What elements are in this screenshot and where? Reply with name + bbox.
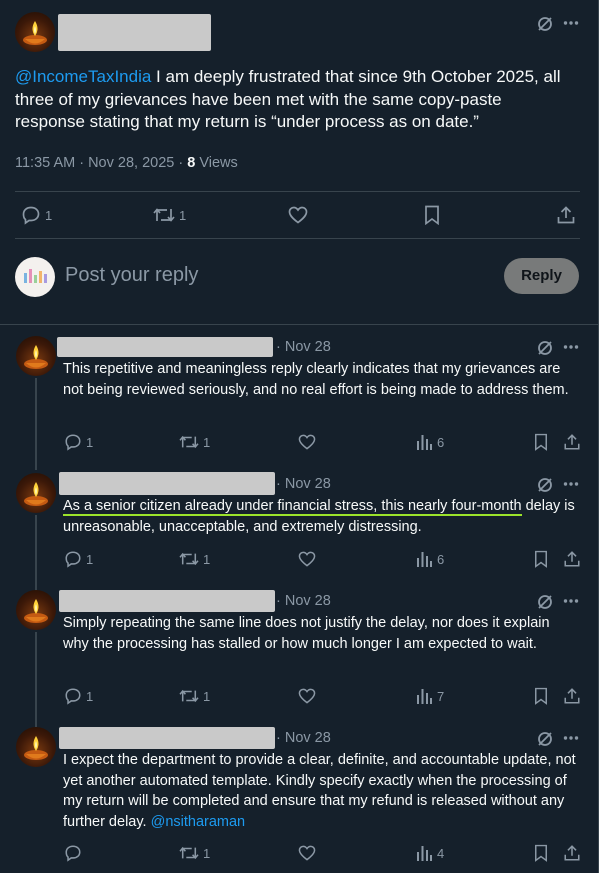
- divider: [0, 324, 599, 325]
- reply-icon[interactable]: [64, 844, 82, 862]
- views-icon[interactable]: [415, 433, 433, 451]
- composer-avatar: [15, 257, 55, 297]
- repost-icon[interactable]: [152, 205, 176, 225]
- author-name-redacted: [59, 472, 275, 495]
- thread-line: [35, 378, 37, 470]
- views-count: 7: [437, 689, 445, 704]
- mention-link[interactable]: @IncomeTaxIndia: [15, 67, 151, 86]
- reply-date[interactable]: · Nov 28: [276, 730, 331, 746]
- views-icon[interactable]: [415, 844, 433, 862]
- reply-text: As a senior citizen already under financ…: [63, 496, 578, 537]
- more-options-icon[interactable]: [563, 344, 579, 350]
- like-icon[interactable]: [298, 551, 316, 567]
- reply-text: I expect the department to provide a cle…: [63, 750, 578, 832]
- divider: [15, 191, 580, 192]
- views-icon[interactable]: [415, 687, 433, 705]
- views-count: 6: [437, 552, 445, 567]
- reply-button[interactable]: Reply: [504, 258, 579, 294]
- views-label: Views: [195, 155, 238, 171]
- reply-body: I expect the department to provide a cle…: [63, 752, 576, 830]
- more-options-icon[interactable]: [563, 20, 579, 26]
- author-avatar[interactable]: [16, 590, 56, 630]
- thread-line: [35, 515, 37, 591]
- mention-link[interactable]: @nsitharaman: [151, 814, 246, 830]
- repost-count: 1: [179, 208, 187, 223]
- grok-icon[interactable]: [536, 15, 554, 33]
- reply-date[interactable]: · Nov 28: [276, 593, 331, 609]
- grok-icon[interactable]: [536, 339, 554, 357]
- repost-icon[interactable]: [178, 687, 200, 705]
- author-avatar[interactable]: [16, 336, 56, 376]
- author-avatar[interactable]: [16, 473, 56, 513]
- reply-count: 1: [86, 552, 94, 567]
- views-count: 4: [437, 846, 445, 861]
- repost-count: 1: [203, 552, 211, 567]
- post-detail-page: @IncomeTaxIndia I am deeply frustrated t…: [0, 0, 599, 873]
- post-timestamp: 11:35 AM · Nov 28, 2025 · 8 Views: [15, 155, 238, 171]
- author-avatar[interactable]: [16, 727, 56, 767]
- repost-icon[interactable]: [178, 550, 200, 568]
- like-icon[interactable]: [298, 845, 316, 861]
- share-icon[interactable]: [563, 844, 581, 862]
- reply-text: This repetitive and meaningless reply cl…: [63, 361, 569, 398]
- reply-date[interactable]: · Nov 28: [276, 476, 331, 492]
- share-icon[interactable]: [556, 205, 576, 225]
- author-name-redacted: [58, 14, 211, 51]
- author-avatar[interactable]: [15, 12, 55, 52]
- bookmark-icon[interactable]: [534, 550, 548, 568]
- author-name-redacted: [59, 727, 275, 749]
- reply-count: 1: [86, 435, 94, 450]
- repost-icon[interactable]: [178, 433, 200, 451]
- grok-icon[interactable]: [536, 476, 554, 494]
- share-icon[interactable]: [563, 433, 581, 451]
- like-icon[interactable]: [298, 434, 316, 450]
- highlighted-text: As a senior citizen already under financ…: [63, 498, 522, 516]
- repost-icon[interactable]: [178, 844, 200, 862]
- reply-text: Simply repeating the same line does not …: [63, 615, 550, 652]
- author-name-redacted: [57, 337, 273, 357]
- reply-count: 1: [45, 208, 53, 223]
- grok-icon[interactable]: [536, 593, 554, 611]
- reply-icon[interactable]: [21, 205, 41, 225]
- reply-count: 1: [86, 689, 94, 704]
- bookmark-icon[interactable]: [424, 205, 440, 225]
- like-icon[interactable]: [298, 688, 316, 704]
- bookmark-icon[interactable]: [534, 433, 548, 451]
- reply-icon[interactable]: [64, 550, 82, 568]
- repost-count: 1: [203, 435, 211, 450]
- like-icon[interactable]: [288, 206, 308, 224]
- views-count: 6: [437, 435, 445, 450]
- post-time[interactable]: 11:35 AM · Nov 28, 2025 ·: [15, 155, 187, 171]
- reply-icon[interactable]: [64, 687, 82, 705]
- share-icon[interactable]: [563, 687, 581, 705]
- thread-line: [35, 632, 37, 727]
- repost-count: 1: [203, 689, 211, 704]
- bookmark-icon[interactable]: [534, 844, 548, 862]
- repost-count: 1: [203, 846, 211, 861]
- divider: [15, 238, 580, 239]
- grok-icon[interactable]: [536, 730, 554, 748]
- reply-date[interactable]: · Nov 28: [276, 339, 331, 355]
- more-options-icon[interactable]: [563, 598, 579, 604]
- post-text: @IncomeTaxIndia I am deeply frustrated t…: [15, 66, 575, 134]
- reply-input[interactable]: Post your reply: [65, 264, 198, 287]
- views-icon[interactable]: [415, 550, 433, 568]
- author-name-redacted: [59, 590, 275, 612]
- more-options-icon[interactable]: [563, 481, 579, 487]
- bookmark-icon[interactable]: [534, 687, 548, 705]
- share-icon[interactable]: [563, 550, 581, 568]
- more-options-icon[interactable]: [563, 735, 579, 741]
- reply-icon[interactable]: [64, 433, 82, 451]
